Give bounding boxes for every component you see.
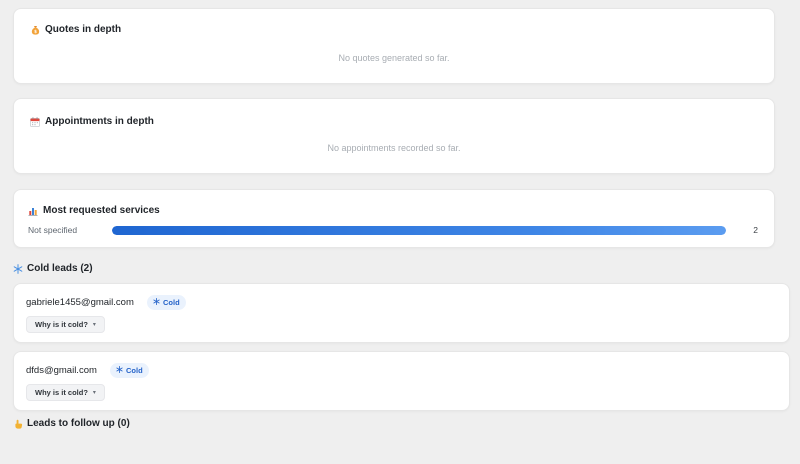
- snowflake-icon: [153, 298, 160, 307]
- quotes-card: $ Quotes in depth No quotes generated so…: [13, 8, 775, 84]
- appointments-card-header: Appointments in depth: [30, 116, 154, 127]
- why-is-it-cold-label: Why is it cold?: [35, 320, 88, 329]
- money-bag-icon: $: [30, 25, 40, 35]
- why-is-it-cold-label: Why is it cold?: [35, 388, 88, 397]
- calendar-icon: [30, 116, 40, 127]
- follow-up-title: Leads to follow up (0): [27, 418, 130, 429]
- lead-email: gabriele1455@gmail.com: [26, 297, 134, 308]
- cold-badge-label: Cold: [163, 298, 180, 307]
- why-is-it-cold-button[interactable]: Why is it cold? ▾: [26, 384, 105, 401]
- caret-down-icon: ▾: [92, 390, 96, 396]
- appointments-card-title: Appointments in depth: [45, 116, 154, 127]
- snowflake-icon: [116, 366, 123, 375]
- quotes-empty-text: No quotes generated so far.: [338, 53, 450, 63]
- follow-up-header: Leads to follow up (0): [13, 418, 130, 429]
- services-card-header: Most requested services: [28, 205, 160, 216]
- service-row: Not specified 2: [28, 224, 758, 236]
- lead-email: dfds@gmail.com: [26, 365, 97, 376]
- quotes-card-header: $ Quotes in depth: [30, 24, 121, 35]
- caret-down-icon: ▾: [92, 322, 96, 328]
- cold-badge: Cold: [110, 363, 149, 378]
- why-is-it-cold-button[interactable]: Why is it cold? ▾: [26, 316, 105, 333]
- cold-leads-header: Cold leads (2): [13, 263, 93, 274]
- snowflake-icon: [13, 263, 23, 274]
- service-label: Not specified: [28, 225, 78, 235]
- cold-badge: Cold: [147, 295, 186, 310]
- lead-card: gabriele1455@gmail.com Cold Why is it co…: [13, 283, 790, 343]
- appointments-empty-text: No appointments recorded so far.: [327, 143, 461, 153]
- lead-card: dfds@gmail.com Cold Why is it cold? ▾: [13, 351, 790, 411]
- services-card: Most requested services Not specified 2: [13, 189, 775, 248]
- cold-leads-title: Cold leads (2): [27, 263, 93, 274]
- service-bar-fill: [112, 225, 726, 235]
- cold-badge-label: Cold: [126, 366, 143, 375]
- services-card-title: Most requested services: [43, 205, 160, 216]
- quotes-card-title: Quotes in depth: [45, 24, 122, 35]
- appointments-card: Appointments in depth No appointments re…: [13, 98, 775, 174]
- bar-chart-icon: [28, 206, 38, 216]
- svg-text:$: $: [34, 29, 37, 34]
- dashboard-page: $ Quotes in depth No quotes generated so…: [0, 0, 800, 464]
- service-bar-track: [112, 225, 726, 235]
- service-count: 2: [753, 225, 758, 235]
- hand-icon: [13, 419, 23, 429]
